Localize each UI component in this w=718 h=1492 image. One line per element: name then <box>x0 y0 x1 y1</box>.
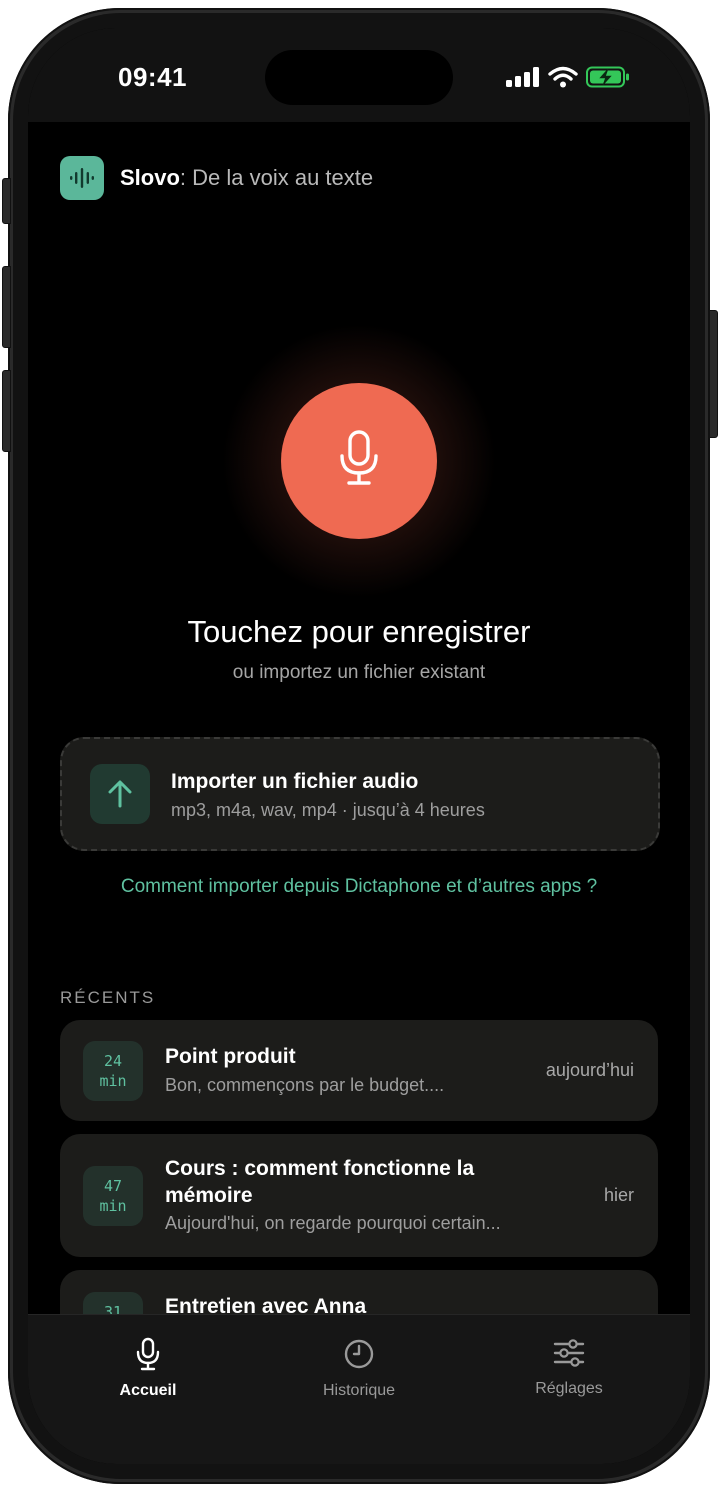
import-audio-button[interactable]: Importer un fichier audio mp3, m4a, wav,… <box>60 737 660 851</box>
battery-charging-icon <box>586 66 630 93</box>
recording-item[interactable]: 47 min Cours : comment fonctionne la mém… <box>60 1134 658 1257</box>
signal-icon <box>506 67 540 92</box>
duration-value: 24 <box>103 1052 123 1070</box>
duration-value: 47 <box>103 1177 123 1195</box>
duration-badge: 47 min <box>83 1166 143 1226</box>
record-button[interactable] <box>281 383 437 539</box>
duration-badge: 24 min <box>83 1041 143 1101</box>
tab-reglages[interactable]: Réglages <box>489 1337 649 1398</box>
import-formats: mp3, m4a, wav, mp4 · jusqu’à 4 heures <box>171 800 485 820</box>
app-name: Slovo <box>120 165 180 190</box>
recording-preview: Aujourd'hui, on regarde pourquoi certain… <box>165 1213 501 1233</box>
app-header: Slovo: De la voix au texte <box>60 156 373 200</box>
recents-section-label: RÉCENTS <box>60 988 156 1007</box>
duration-unit: min <box>99 1197 127 1215</box>
screen: 09:41 Slovo: De la voix au texte Touche… <box>28 28 690 1464</box>
import-title: Importer un fichier audio <box>171 770 419 793</box>
microphone-icon <box>337 429 381 494</box>
dynamic-island <box>265 50 453 105</box>
sliders-icon <box>553 1337 585 1374</box>
microphone-icon <box>135 1337 161 1376</box>
recording-preview: Bon, commençons par le budget.... <box>165 1075 445 1095</box>
clock-icon <box>343 1337 375 1376</box>
duration-unit: min <box>99 1072 127 1090</box>
record-headline: Touchez pour enregistrer <box>187 614 531 649</box>
tab-accueil[interactable]: Accueil <box>68 1337 228 1400</box>
record-subline: ou importez un fichier existant <box>232 662 486 683</box>
status-time: 09:41 <box>118 62 187 92</box>
import-help-link[interactable]: Comment importer depuis Dictaphone et d’… <box>28 876 690 898</box>
arrow-up-icon <box>90 764 150 824</box>
power-button <box>709 310 718 438</box>
status-icons <box>506 66 630 93</box>
recording-date: hier <box>603 1185 634 1205</box>
tab-label: Accueil <box>119 1382 177 1399</box>
tab-bar: Accueil Historique Réglages <box>28 1314 690 1464</box>
tab-historique[interactable]: Historique <box>279 1337 439 1400</box>
recording-item[interactable]: 24 min Point produit Bon, commençons par… <box>60 1020 658 1121</box>
app-tagline: : De la voix au texte <box>179 165 374 190</box>
recording-title: Cours : comment fonctionne la mémoire <box>165 1157 475 1207</box>
recording-date: aujourd’hui <box>545 1060 634 1080</box>
recording-title: Point produit <box>165 1045 296 1068</box>
tab-label: Réglages <box>535 1380 603 1397</box>
tab-label: Historique <box>322 1382 396 1399</box>
volume-down-button <box>2 370 11 452</box>
volume-up-button <box>2 266 11 348</box>
wifi-icon <box>548 66 578 93</box>
status-bar: 09:41 <box>28 28 690 122</box>
action-button <box>2 178 11 224</box>
waveform-icon <box>60 156 104 200</box>
